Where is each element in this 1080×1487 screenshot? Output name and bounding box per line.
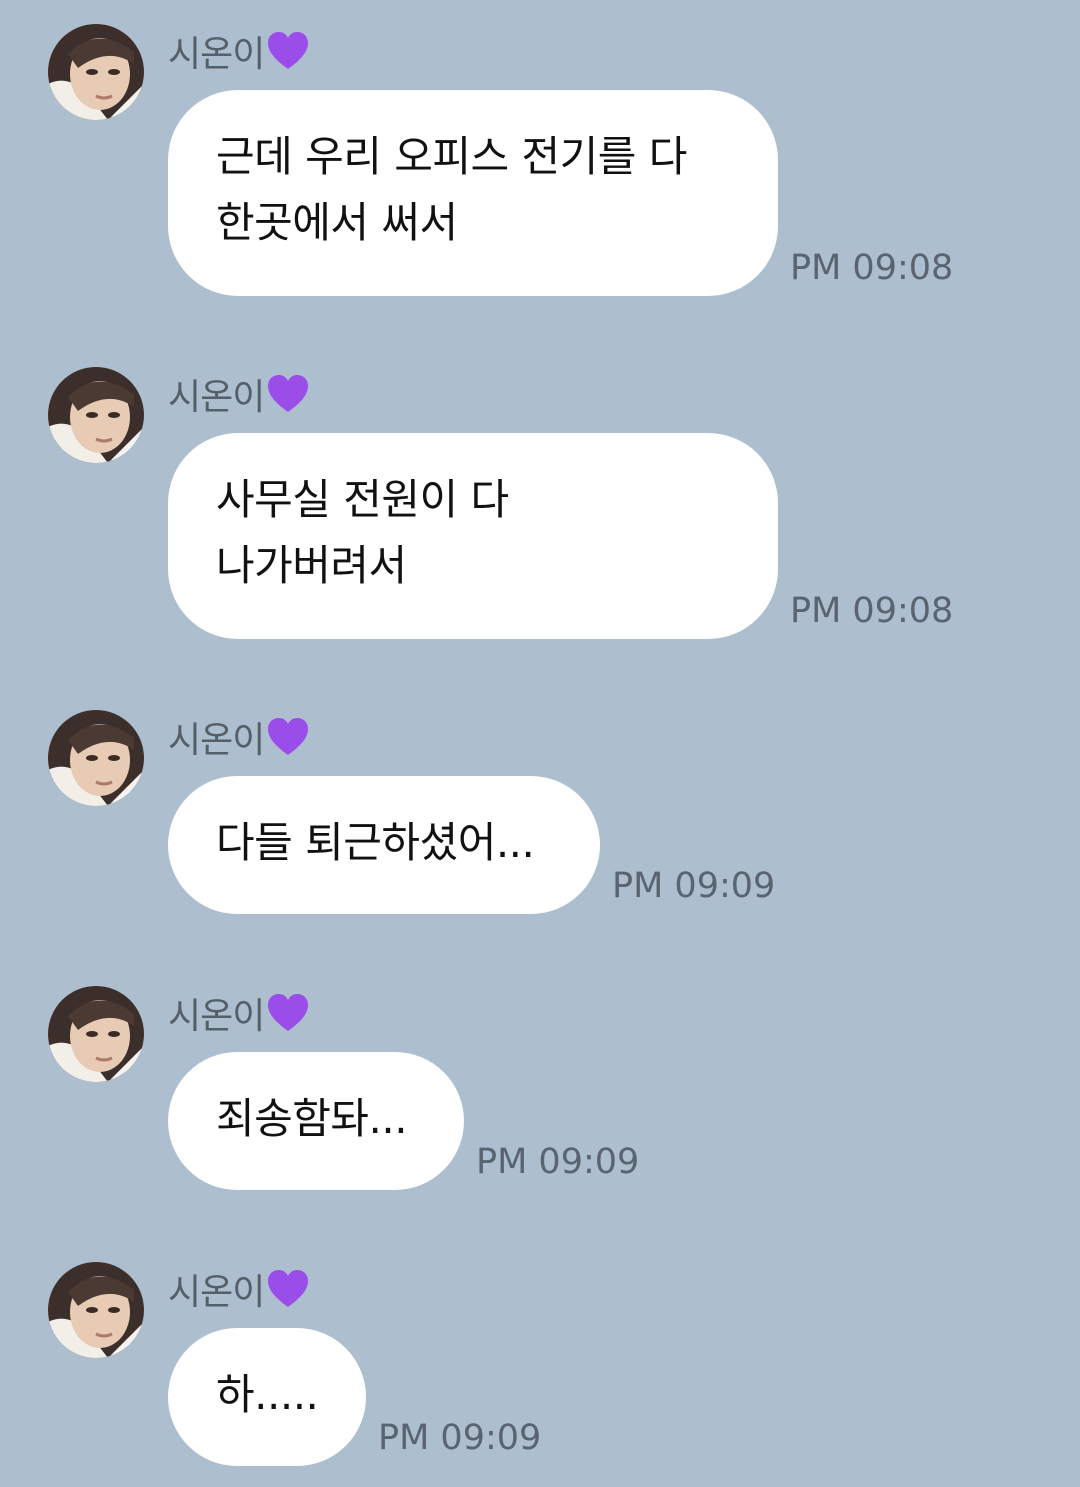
message-timestamp: PM 09:09: [476, 1142, 640, 1182]
message-timestamp: PM 09:09: [378, 1418, 542, 1458]
message-bubble[interactable]: 하.....: [168, 1328, 366, 1466]
purple-heart-icon: [268, 32, 309, 69]
sender-name: 시온이: [168, 990, 310, 1037]
message-bubble[interactable]: 죄송함돠...: [168, 1052, 464, 1190]
message-bubble[interactable]: 근데 우리 오피스 전기를 다 한곳에서 써서: [168, 90, 778, 296]
sender-label: 시온이: [168, 1272, 265, 1313]
purple-heart-icon: [268, 718, 309, 755]
sender-label: 시온이: [168, 996, 265, 1037]
message-bubble[interactable]: 사무실 전원이 다 나가버려서: [168, 433, 778, 639]
message-timestamp: PM 09:09: [612, 866, 776, 906]
sender-name: 시온이: [168, 28, 310, 75]
sender-name: 시온이: [168, 371, 310, 418]
message-timestamp: PM 09:08: [790, 591, 954, 631]
avatar[interactable]: [48, 986, 144, 1082]
sender-name: 시온이: [168, 714, 310, 761]
purple-heart-icon: [268, 1270, 309, 1307]
avatar[interactable]: [48, 710, 144, 806]
avatar[interactable]: [48, 1262, 144, 1358]
purple-heart-icon: [268, 375, 309, 412]
avatar[interactable]: [48, 367, 144, 463]
sender-label: 시온이: [168, 720, 265, 761]
sender-label: 시온이: [168, 377, 265, 418]
sender-name: 시온이: [168, 1266, 310, 1313]
purple-heart-icon: [268, 994, 309, 1031]
sender-label: 시온이: [168, 34, 265, 75]
message-timestamp: PM 09:08: [790, 248, 954, 288]
message-bubble[interactable]: 다들 퇴근하셨어...: [168, 776, 600, 914]
avatar[interactable]: [48, 24, 144, 120]
